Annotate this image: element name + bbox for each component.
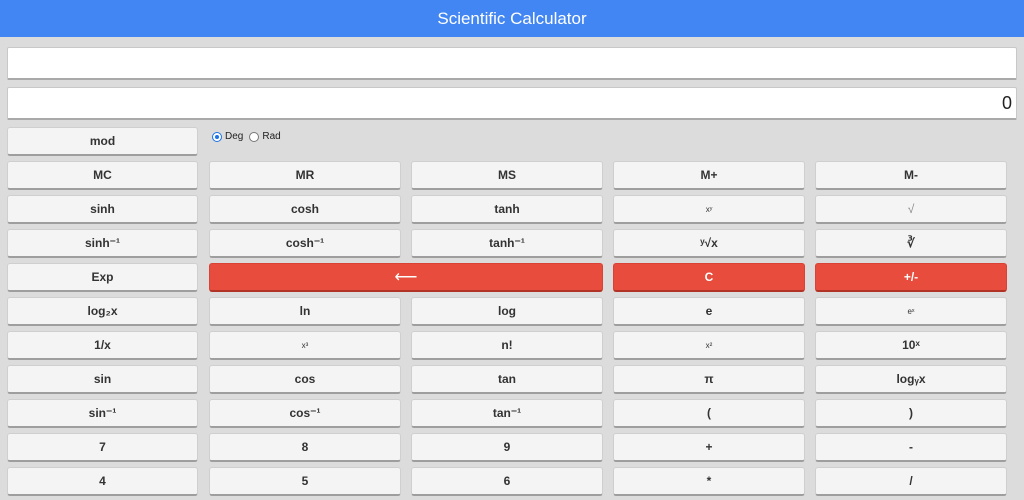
log-button[interactable]: log [411,297,603,326]
clear-button[interactable]: C [613,263,805,292]
mod-button[interactable]: mod [7,127,198,156]
result-display[interactable]: 0 [7,87,1017,120]
rad-label: Rad [262,131,281,142]
backspace-button[interactable]: ⟵ [209,263,603,292]
acosh-button[interactable]: cosh⁻¹ [209,229,401,258]
pi-button[interactable]: π [613,365,805,394]
e-button[interactable]: e [613,297,805,326]
deg-radio[interactable] [212,131,222,142]
sin-button[interactable]: sin [7,365,198,394]
e-power-x-button[interactable]: eˣ [815,297,1007,326]
digit-7-button[interactable]: 7 [7,433,198,462]
x-squared-button[interactable]: x² [613,331,805,360]
left-paren-button[interactable]: ( [613,399,805,428]
rad-radio[interactable] [249,131,260,142]
tanh-button[interactable]: tanh [411,195,603,224]
ms-button[interactable]: MS [411,161,603,190]
app-title: Scientific Calculator [437,8,587,28]
right-paren-button[interactable]: ) [815,399,1007,428]
deg-label: Deg [225,131,244,142]
multiply-button[interactable]: * [613,467,805,496]
factorial-button[interactable]: n! [411,331,603,360]
sinh-button[interactable]: sinh [7,195,198,224]
digit-4-button[interactable]: 4 [7,467,198,496]
ln-button[interactable]: ln [209,297,401,326]
ten-power-x-button[interactable]: 10ˣ [815,331,1007,360]
reciprocal-button[interactable]: 1/x [7,331,198,360]
expression-display[interactable] [7,47,1017,80]
digit-8-button[interactable]: 8 [209,433,401,462]
app-header: Scientific Calculator [0,0,1024,37]
digit-6-button[interactable]: 6 [411,467,603,496]
cosh-button[interactable]: cosh [209,195,401,224]
mc-button[interactable]: MC [7,161,198,190]
minus-button[interactable]: - [815,433,1007,462]
y-root-x-button[interactable]: ʸ√x [613,229,805,258]
exp-button[interactable]: Exp [7,263,198,292]
atan-button[interactable]: tan⁻¹ [411,399,603,428]
x-power-y-button[interactable]: xʸ [613,195,805,224]
mr-button[interactable]: MR [209,161,401,190]
divide-button[interactable]: / [815,467,1007,496]
angle-mode-group: Deg Rad [212,131,284,142]
atanh-button[interactable]: tanh⁻¹ [411,229,603,258]
asinh-button[interactable]: sinh⁻¹ [7,229,198,258]
square-root-button[interactable]: √ [815,195,1007,224]
negate-button[interactable]: +/- [815,263,1007,292]
tan-button[interactable]: tan [411,365,603,394]
digit-9-button[interactable]: 9 [411,433,603,462]
asin-button[interactable]: sin⁻¹ [7,399,198,428]
m-minus-button[interactable]: M- [815,161,1007,190]
acos-button[interactable]: cos⁻¹ [209,399,401,428]
m-plus-button[interactable]: M+ [613,161,805,190]
x-cubed-button[interactable]: x³ [209,331,401,360]
log-base-y-button[interactable]: logᵧx [815,365,1007,394]
cos-button[interactable]: cos [209,365,401,394]
plus-button[interactable]: + [613,433,805,462]
digit-5-button[interactable]: 5 [209,467,401,496]
log2-button[interactable]: log₂x [7,297,198,326]
cube-root-button[interactable]: ∛ [815,229,1007,258]
